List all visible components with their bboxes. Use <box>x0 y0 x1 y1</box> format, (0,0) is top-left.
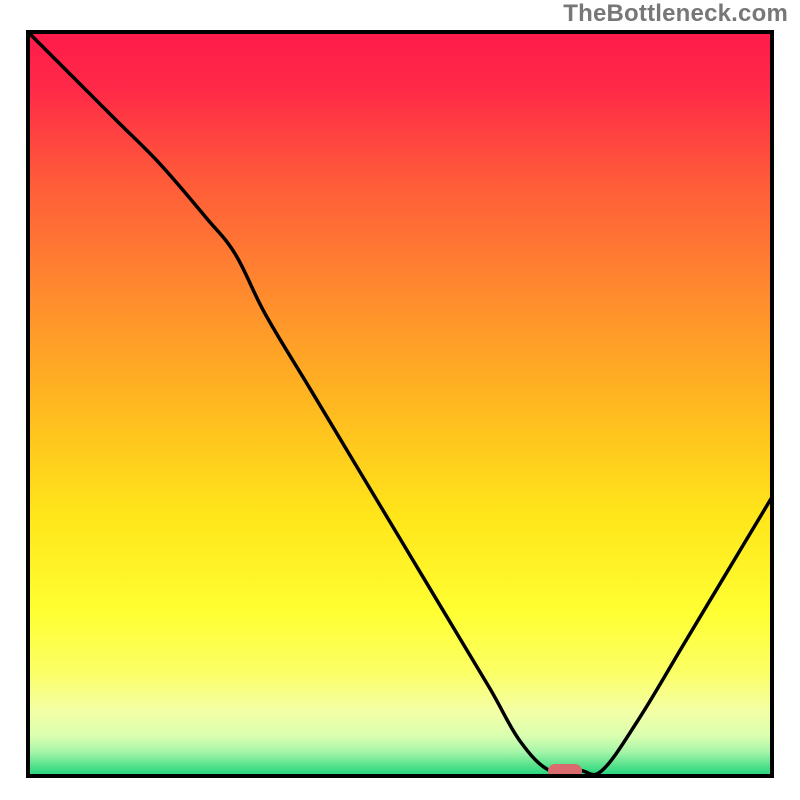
chart-container: TheBottleneck.com <box>0 0 800 800</box>
plot-frame <box>26 30 774 778</box>
watermark-text: TheBottleneck.com <box>563 0 788 28</box>
chart-curve <box>26 30 774 778</box>
minimum-marker <box>548 764 582 778</box>
